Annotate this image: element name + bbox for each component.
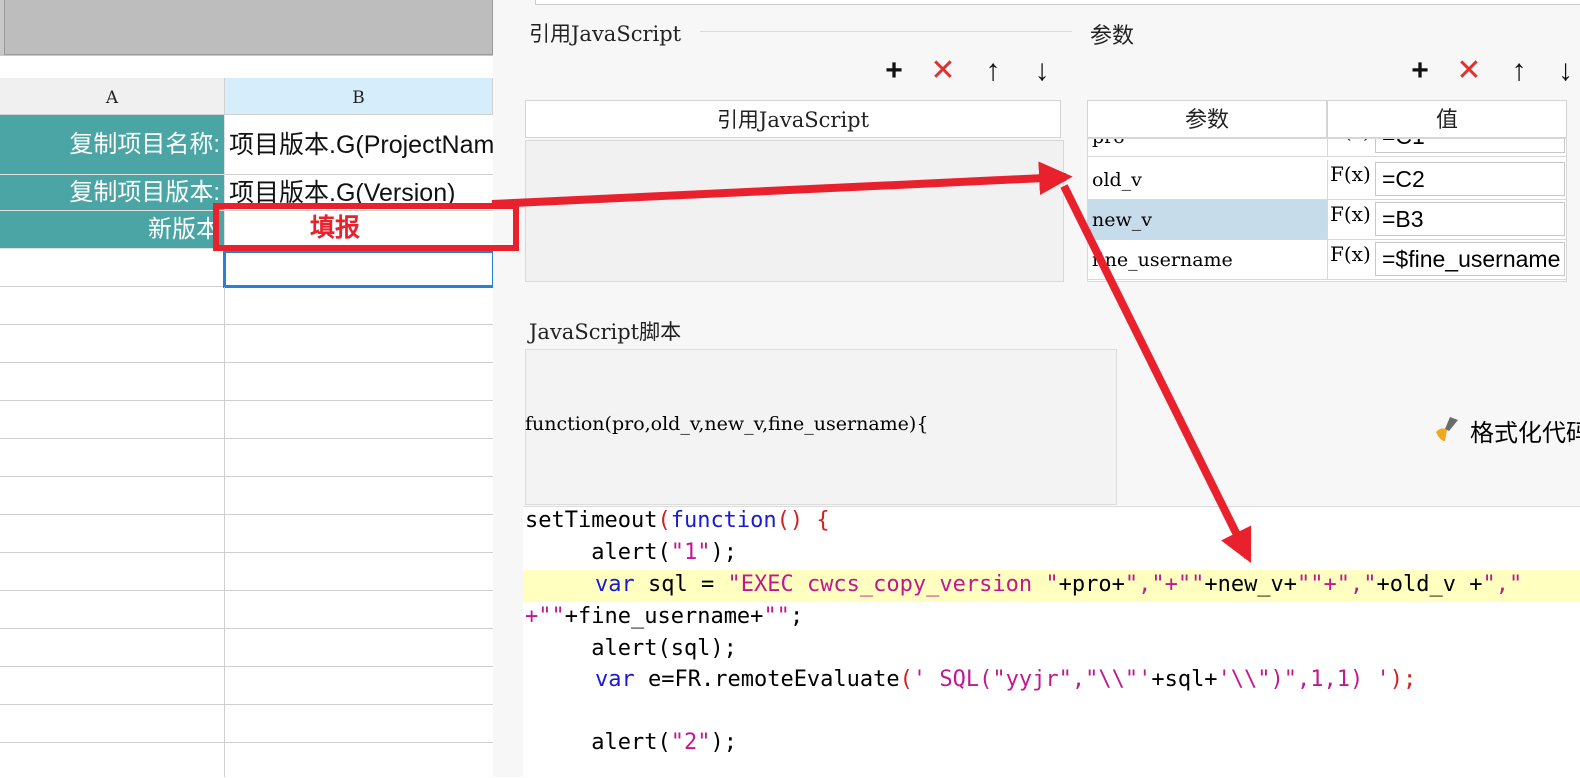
format-code-button[interactable]: 格式化代码 <box>1470 413 1580 448</box>
param-row-new-v[interactable]: new_v F(x) =B3 <box>1088 200 1566 240</box>
param-delete-button[interactable]: ✕ <box>1451 56 1487 86</box>
param-name-header: 参数 <box>1087 100 1327 138</box>
cell-b3-fill-widget[interactable]: 填报 <box>225 211 493 249</box>
param-value-header: 值 <box>1327 100 1567 138</box>
param-name: fine_username <box>1088 240 1328 279</box>
param-name: pro <box>1088 139 1328 156</box>
top-input-strip <box>535 0 1580 5</box>
grid-row <box>0 515 493 553</box>
grid-row <box>0 629 493 667</box>
ref-move-up-button[interactable]: ↑ <box>975 56 1011 86</box>
param-move-down-button[interactable]: ↓ <box>1551 56 1580 86</box>
grid-row <box>0 743 493 777</box>
code-line-2: alert("1"); <box>525 540 737 565</box>
grid-row <box>0 667 493 705</box>
formula-icon[interactable]: F(x) <box>1330 242 1372 278</box>
selected-cell-b4[interactable] <box>223 250 493 288</box>
script-title: JavaScript脚本 <box>529 320 682 344</box>
grid-row <box>0 363 493 401</box>
param-value-input[interactable]: =B3 <box>1375 202 1565 236</box>
code-line-3: var sql = "EXEC cwcs_copy_version "+pro+… <box>595 572 1523 597</box>
grid-row <box>0 553 493 591</box>
column-header-b[interactable]: B <box>225 78 493 115</box>
ref-move-down-button[interactable]: ↓ <box>1024 56 1060 86</box>
param-value-input[interactable]: =$fine_username <box>1375 242 1565 276</box>
grid-row <box>0 477 493 515</box>
grid-row <box>0 325 493 363</box>
formula-icon[interactable]: F(x) <box>1330 202 1372 238</box>
grid-row <box>0 401 493 439</box>
params-table: pro F(x) =C1 old_v F(x) =C2 new_v F(x) =… <box>1087 138 1567 282</box>
ref-js-list[interactable] <box>525 140 1064 282</box>
param-row-old-v[interactable]: old_v F(x) =C2 <box>1088 160 1566 200</box>
column-header-a[interactable]: A <box>0 78 225 115</box>
grid-row <box>0 439 493 477</box>
cell-b1-value[interactable]: 项目版本.G(ProjectName) <box>225 115 493 175</box>
param-row-fine-username[interactable]: fine_username F(x) =$fine_username <box>1088 240 1566 280</box>
cell-a1-label[interactable]: 复制项目名称: <box>0 115 225 175</box>
spreadsheet-panel: A B 复制项目名称: 项目版本.G(ProjectName) 复制项目版本: … <box>0 0 493 777</box>
param-move-up-button[interactable]: ↑ <box>1501 56 1537 86</box>
formula-icon[interactable]: F(x) <box>1330 162 1372 198</box>
grid-row <box>0 287 493 325</box>
code-line-6: var e=FR.remoteEvaluate(' SQL("yyjr","\\… <box>595 667 1417 692</box>
param-name: old_v <box>1088 160 1328 199</box>
toolbar-area <box>0 0 493 56</box>
code-line-8: alert("2"); <box>525 730 737 755</box>
params-title: 参数 <box>1090 23 1135 48</box>
cell-a3-label[interactable]: 新版本 <box>0 211 225 249</box>
broom-icon[interactable] <box>1432 414 1462 444</box>
ref-js-title: 引用JavaScript <box>529 22 682 46</box>
cell-a2-label[interactable]: 复制项目版本: <box>0 175 225 211</box>
code-line-1: setTimeout(function() { <box>525 508 830 533</box>
function-signature: function(pro,old_v,new_v,fine_username){ <box>525 413 929 435</box>
code-line-5: alert(sql); <box>525 636 737 661</box>
param-row-pro[interactable]: pro F(x) =C1 <box>1088 139 1566 157</box>
ref-add-button[interactable]: + <box>876 56 912 86</box>
grid-row <box>0 591 493 629</box>
cell-b2-value[interactable]: 项目版本.G(Version) <box>225 175 493 211</box>
section-divider <box>700 31 1072 32</box>
grid-row <box>0 705 493 743</box>
ref-js-column-header: 引用JavaScript <box>525 100 1061 138</box>
param-value-input[interactable]: =C1 <box>1375 139 1565 153</box>
ref-delete-button[interactable]: ✕ <box>925 56 961 86</box>
formula-icon[interactable]: F(x) <box>1330 139 1372 155</box>
param-name: new_v <box>1088 200 1328 239</box>
param-add-button[interactable]: + <box>1402 56 1438 86</box>
param-value-input[interactable]: =C2 <box>1375 162 1565 196</box>
code-line-4: +""+fine_username+""; <box>525 604 804 629</box>
